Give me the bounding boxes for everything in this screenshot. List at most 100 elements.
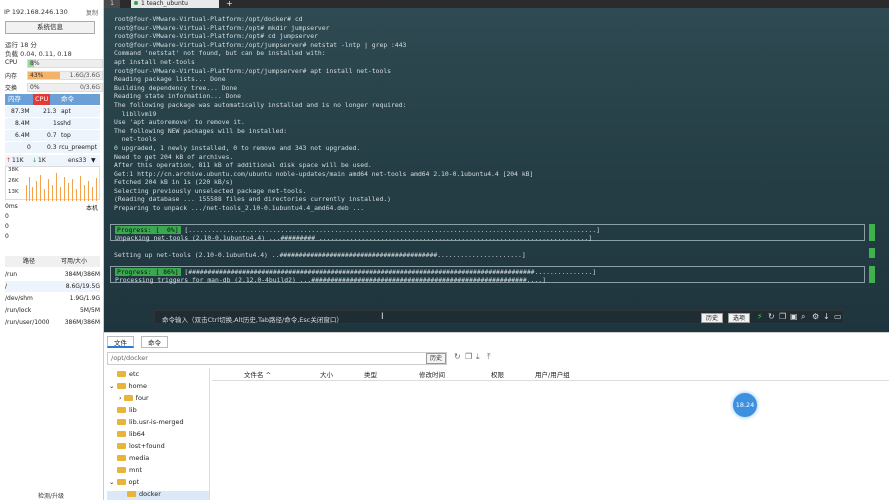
path-history-button[interactable]: 历史 [426,353,447,364]
folder-icon [116,383,126,389]
tree-item[interactable]: lost+found [117,442,165,450]
file-panel: 文件 命令 /opt/docker 历史 ↻ ❐ ⤓ ⤒ etc ⌄ home … [104,332,889,500]
progress-box: Progress: [ 86%] [######################… [110,266,865,284]
copy-ip-button[interactable]: 复制 [86,8,98,17]
tree-item[interactable]: ⌄ opt [109,478,139,486]
terminal-line: root@four-VMware-Virtual-Platform:/opt# … [114,23,330,32]
terminal-line: Use 'apt autoremove' to remove it. [114,118,245,127]
terminal-line: Selecting previously unselected package … [114,186,307,195]
copy-icon[interactable]: ❐ [465,352,472,361]
search-icon[interactable]: ⌕ [801,312,805,322]
tab-bar: 1 1 teach_ubuntu + [104,0,889,8]
tree-item[interactable]: lib.usr-is-merged [117,418,184,426]
tree-item[interactable]: media [117,454,149,462]
system-info-button[interactable]: 系统信息 [5,21,95,34]
memory-usage: 1.6G/3.6G [69,72,100,79]
upload-icon[interactable]: ⤒ [487,352,491,362]
history-button[interactable]: 历史 [701,313,724,323]
terminal-line: Building dependency tree... Done [114,83,238,92]
refresh-icon[interactable]: ↻ [454,352,461,361]
sidebar: IP 192.168.246.130 复制 系统信息 运行 18 分 负载 0.… [0,0,104,500]
command-input-bar[interactable]: 命令输入（双击Ctrl切换,Alt历史,Tab路径/命令,Esc关闭窗口） I … [154,310,844,324]
terminal-line: 0 upgraded, 1 newly installed, 0 to remo… [114,143,361,152]
terminal[interactable]: root@four-VMware-Virtual-Platform:/opt/d… [104,8,889,332]
download-icon[interactable]: ↓ [823,312,830,321]
tab-files[interactable]: 文件 [107,336,134,348]
tree-item[interactable]: › four [119,394,149,402]
column-owner[interactable]: 用户/用户组 [535,369,570,381]
scroll-marker [869,248,875,258]
chevron-down-icon[interactable]: ⌄ [109,478,117,486]
swap-meter: 交换 0% 0/3.6G [5,83,103,93]
check-update-link[interactable]: 检测/升级 [38,491,64,500]
refresh-icon[interactable]: ↻ [768,312,775,321]
command-input[interactable]: 命令输入（双击Ctrl切换,Alt历史,Tab路径/命令,Esc关闭窗口） [162,314,343,324]
column-type[interactable]: 类型 [364,369,377,381]
tree-item[interactable]: lib [117,406,137,414]
terminal-line: The following package was automatically … [114,100,407,109]
io-latency: 0ms [5,203,18,210]
tree-item-selected[interactable]: docker [127,490,161,498]
disk-row: /run 384M/386M [5,271,100,278]
terminal-line: After this operation, 811 kB of addition… [114,161,372,170]
path-input[interactable]: /opt/docker [107,352,447,365]
disk-row: /8.6G/19.5G [5,281,100,292]
sort-cpu-tab[interactable]: CPU [33,94,51,105]
chevron-down-icon[interactable]: ▼ [91,155,96,166]
gear-icon[interactable]: ⚙ [812,312,819,321]
paste-icon[interactable]: ▣ [790,312,798,321]
column-permissions[interactable]: 权限 [491,369,504,381]
terminal-line: root@four-VMware-Virtual-Platform:/opt/d… [114,15,303,23]
cpu-percent: 8% [30,60,40,67]
folder-icon [117,431,126,437]
terminal-line: Get:1 http://cn.archive.ubuntu.com/ubunt… [114,169,534,178]
process-row: 0 0.3 rcu_preempt [5,142,100,153]
network-graph-bars [26,173,97,201]
tree-item[interactable]: mnt [117,466,142,474]
swap-percent: 0% [30,84,40,91]
add-tab-button[interactable]: + [226,0,233,8]
chevron-right-icon[interactable]: › [119,394,124,402]
swap-label: 交换 [5,85,18,92]
copy-icon[interactable]: ❐ [779,312,786,321]
io-host[interactable]: 本机 [86,203,98,212]
options-button[interactable]: 选项 [728,313,751,323]
sort-memory-tab[interactable]: 内存 [8,94,21,105]
folder-icon [117,371,126,377]
terminal-line: root@four-VMware-Virtual-Platform:/opt# … [114,32,318,41]
terminal-output: root@four-VMware-Virtual-Platform:/opt/d… [114,15,867,213]
tree-item[interactable]: lib64 [117,430,145,438]
folder-icon [123,395,133,401]
window-icon[interactable]: ▭ [834,312,842,321]
folder-icon [127,491,136,497]
download-speed: 1K [38,157,46,164]
cpu-meter: CPU 8% [5,59,103,69]
terminal-line: root@four-VMware-Virtual-Platform:/opt/j… [114,40,407,49]
chevron-down-icon[interactable]: ⌄ [109,382,117,390]
column-size[interactable]: 大小 [320,369,333,381]
tab-commands[interactable]: 命令 [141,336,168,348]
column-modified[interactable]: 修改时间 [419,369,445,381]
process-row: 6.4M 0.7 top [5,130,100,141]
scroll-marker [869,266,875,283]
swap-usage: 0/3.6G [79,84,100,91]
terminal-line: The following NEW packages will be insta… [114,126,288,135]
memory-percent: 43% [30,72,44,79]
upload-arrow-icon: ↑ [6,157,12,164]
lightning-icon[interactable]: ⚡ [757,312,763,321]
network-interface[interactable]: ens33 [68,155,86,166]
progress-box: Progress: [ 0%] [.......................… [110,224,865,242]
download-icon[interactable]: ⤓ [476,352,480,362]
setup-line: Setting up net-tools (2.10-0.1ubuntu4.4)… [114,251,526,259]
column-filename[interactable]: 文件名 ^ [244,369,271,381]
tree-item[interactable]: etc [117,370,139,378]
status-dot-icon [134,1,138,5]
terminal-line: (Reading database ... 155588 files and d… [114,195,392,204]
network-stats: ↑ 11K ↓ 1K ens33 ▼ [5,155,100,166]
tab-first[interactable]: 1 [104,0,120,8]
process-table-header: 内存 CPU 命令 [5,94,100,105]
floating-badge[interactable]: 18.24 [733,393,757,417]
tab-teach-ubuntu[interactable]: 1 teach_ubuntu [131,0,219,8]
tree-item[interactable]: ⌄ home [109,382,147,390]
terminal-line: Reading state information... Done [114,92,241,101]
